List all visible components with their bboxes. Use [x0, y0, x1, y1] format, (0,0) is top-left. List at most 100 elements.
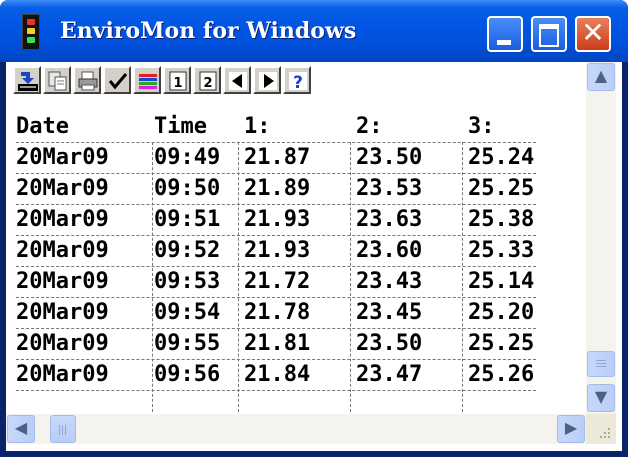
- column-header-channel-1: 1:: [244, 114, 271, 139]
- next-icon: [259, 72, 277, 90]
- cell-channel-2: 23.50: [356, 145, 423, 170]
- cell-channel-2: 23.50: [356, 331, 423, 356]
- cell-time: 09:55: [154, 331, 221, 356]
- cell-channel-3: 25.25: [468, 176, 535, 201]
- next-button[interactable]: [253, 66, 281, 94]
- grid-line: [350, 142, 351, 412]
- cell-time: 09:53: [154, 269, 221, 294]
- cell-channel-1: 21.72: [244, 269, 311, 294]
- check-button[interactable]: [103, 66, 131, 94]
- grid-line: [462, 142, 463, 412]
- minimize-button[interactable]: [487, 16, 523, 52]
- grid-line: [16, 173, 536, 174]
- column-header-time: Time: [154, 114, 207, 139]
- cell-date: 20Mar09: [16, 331, 109, 356]
- grid-line: [16, 266, 536, 267]
- cell-channel-3: 25.14: [468, 269, 535, 294]
- grid-line: [16, 328, 536, 329]
- previous-button[interactable]: [223, 66, 251, 94]
- cell-channel-2: 23.45: [356, 300, 423, 325]
- page-2-button[interactable]: 2: [193, 66, 221, 94]
- cell-channel-2: 23.47: [356, 362, 423, 387]
- app-window: EnviroMon for Windows ✕ 1 2 ? Date Time …: [0, 0, 628, 457]
- scroll-up-button[interactable]: ▲: [587, 63, 615, 91]
- cell-channel-3: 25.24: [468, 145, 535, 170]
- grid-line: [16, 359, 536, 360]
- window-title: EnviroMon for Windows: [60, 18, 357, 44]
- left-arrow-icon: ◀: [14, 418, 28, 437]
- grid-line: [16, 235, 536, 236]
- cell-channel-1: 21.93: [244, 238, 311, 263]
- title-bar[interactable]: EnviroMon for Windows ✕: [0, 0, 628, 62]
- vertical-scrollbar[interactable]: ▲ ▼: [586, 62, 616, 414]
- help-icon: ?: [289, 72, 307, 92]
- svg-text:1: 1: [173, 76, 182, 91]
- horizontal-scroll-thumb[interactable]: [50, 415, 76, 443]
- cell-date: 20Mar09: [16, 145, 109, 170]
- cell-time: 09:52: [154, 238, 221, 263]
- maximize-button[interactable]: [531, 16, 567, 52]
- column-header-channel-3: 3:: [468, 114, 495, 139]
- grid-line: [16, 204, 536, 205]
- cell-channel-3: 25.26: [468, 362, 535, 387]
- cell-time: 09:56: [154, 362, 221, 387]
- cell-channel-3: 25.33: [468, 238, 535, 263]
- cell-date: 20Mar09: [16, 207, 109, 232]
- svg-text:2: 2: [203, 76, 212, 91]
- import-button[interactable]: [13, 66, 41, 94]
- cell-channel-3: 25.20: [468, 300, 535, 325]
- cell-channel-2: 23.60: [356, 238, 423, 263]
- grid-line: [238, 142, 239, 412]
- cell-channel-1: 21.93: [244, 207, 311, 232]
- cell-time: 09:51: [154, 207, 221, 232]
- copy-icon: [48, 71, 67, 91]
- import-icon: [18, 72, 38, 91]
- cell-date: 20Mar09: [16, 269, 109, 294]
- traffic-light-app-icon[interactable]: [22, 14, 40, 50]
- cell-channel-2: 23.53: [356, 176, 423, 201]
- cell-channel-1: 21.84: [244, 362, 311, 387]
- help-button[interactable]: ?: [283, 66, 311, 94]
- horizontal-scrollbar[interactable]: ◀ ▶: [6, 414, 586, 444]
- cell-channel-3: 25.25: [468, 331, 535, 356]
- scroll-right-button[interactable]: ▶: [557, 415, 585, 443]
- previous-icon: [229, 72, 247, 90]
- cell-time: 09:50: [154, 176, 221, 201]
- color-lines-icon: [139, 74, 157, 89]
- svg-text:?: ?: [293, 73, 303, 92]
- grid-line: [16, 142, 536, 143]
- client-area: 1 2 ? Date Time 1: 2: 3: 20Mar09 09:49 2…: [6, 62, 622, 451]
- checkmark-icon: [108, 73, 128, 90]
- column-header-channel-2: 2:: [356, 114, 383, 139]
- vertical-scroll-thumb[interactable]: [587, 351, 615, 377]
- column-header-date: Date: [16, 114, 69, 139]
- cell-channel-1: 21.78: [244, 300, 311, 325]
- cell-date: 20Mar09: [16, 176, 109, 201]
- resize-grip[interactable]: [586, 414, 616, 444]
- scroll-down-button[interactable]: ▼: [587, 384, 615, 412]
- copy-button[interactable]: [43, 66, 71, 94]
- cell-time: 09:49: [154, 145, 221, 170]
- cell-date: 20Mar09: [16, 300, 109, 325]
- grid-line: [152, 142, 153, 412]
- up-arrow-icon: ▲: [594, 66, 608, 85]
- color-lines-button[interactable]: [133, 66, 161, 94]
- scroll-left-button[interactable]: ◀: [7, 415, 35, 443]
- close-button[interactable]: ✕: [575, 16, 611, 52]
- cell-channel-2: 23.63: [356, 207, 423, 232]
- resize-grip-icon: [600, 428, 610, 438]
- close-icon: ✕: [581, 16, 605, 49]
- print-button[interactable]: [73, 66, 101, 94]
- cell-time: 09:54: [154, 300, 221, 325]
- cell-date: 20Mar09: [16, 362, 109, 387]
- page-1-button[interactable]: 1: [163, 66, 191, 94]
- page-1-icon: 1: [169, 71, 187, 91]
- cell-channel-3: 25.38: [468, 207, 535, 232]
- cell-channel-1: 21.87: [244, 145, 311, 170]
- right-arrow-icon: ▶: [564, 418, 578, 437]
- grid-line: [16, 390, 536, 391]
- page-2-icon: 2: [199, 71, 217, 91]
- cell-channel-2: 23.43: [356, 269, 423, 294]
- cell-channel-1: 21.81: [244, 331, 311, 356]
- grid-line: [16, 297, 536, 298]
